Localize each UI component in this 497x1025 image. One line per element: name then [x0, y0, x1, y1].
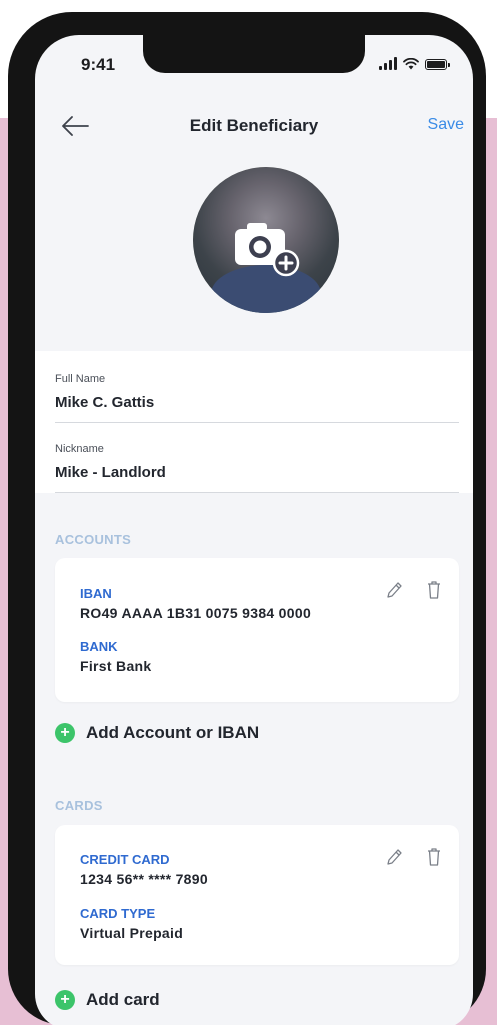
account-card: IBAN RO49 AAAA 1B31 0075 9384 0000 BANK … [55, 558, 459, 702]
status-time: 9:41 [81, 55, 116, 74]
full-name-label: Full Name [55, 373, 106, 385]
credit-card-value: 1234 56** **** 7890 [80, 871, 208, 887]
add-account-label: Add Account or IBAN [86, 723, 260, 742]
save-button[interactable]: Save [428, 116, 464, 134]
wifi-icon [403, 58, 419, 70]
camera-add-icon [235, 223, 300, 277]
iban-value: RO49 AAAA 1B31 0075 9384 0000 [80, 605, 312, 621]
add-card-label: Add card [86, 990, 160, 1009]
cards-section-title: CARDS [55, 798, 103, 813]
page-title: Edit Beneficiary [189, 116, 319, 135]
bank-label: BANK [80, 639, 118, 654]
full-name-field[interactable]: Mike C. Gattis [55, 394, 154, 411]
card-type-value: Virtual Prepaid [80, 925, 184, 941]
credit-card-label: CREDIT CARD [80, 852, 170, 867]
cellular-signal-icon [379, 57, 397, 70]
trash-icon[interactable] [425, 580, 443, 600]
add-account-button[interactable]: + Add Account or IBAN [55, 723, 259, 743]
iban-label: IBAN [80, 586, 112, 601]
plus-circle-icon: + [55, 990, 75, 1010]
beneficiary-form: Full Name Mike C. Gattis Nickname Mike -… [35, 351, 473, 493]
pencil-icon[interactable] [385, 580, 403, 600]
pencil-icon[interactable] [385, 847, 403, 867]
avatar[interactable] [193, 167, 339, 313]
app-screen: 9:41 Edit Beneficiary Save Full Name Mik… [35, 35, 473, 1025]
trash-icon[interactable] [425, 847, 443, 867]
full-name-divider [55, 422, 459, 423]
add-card-button[interactable]: + Add card [55, 990, 160, 1010]
phone-notch [143, 35, 365, 73]
plus-circle-icon: + [55, 723, 75, 743]
nickname-label: Nickname [55, 443, 104, 455]
accounts-section-title: ACCOUNTS [55, 532, 132, 547]
status-icons [379, 57, 450, 70]
bank-value: First Bank [80, 658, 152, 674]
payment-card: CREDIT CARD 1234 56** **** 7890 CARD TYP… [55, 825, 459, 965]
nickname-divider [55, 492, 459, 493]
nickname-field[interactable]: Mike - Landlord [55, 464, 166, 481]
phone-frame: 9:41 Edit Beneficiary Save Full Name Mik… [8, 12, 486, 1025]
card-type-label: CARD TYPE [80, 906, 156, 921]
battery-icon [425, 59, 450, 70]
